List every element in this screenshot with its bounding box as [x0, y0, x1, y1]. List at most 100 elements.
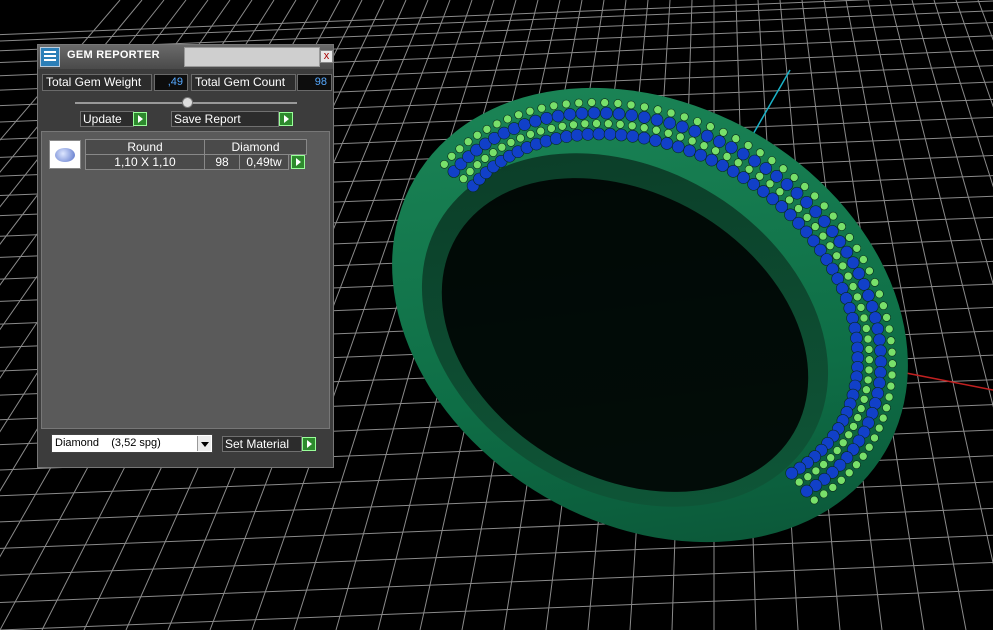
gem-stone [713, 135, 726, 148]
gem-stone [864, 442, 874, 452]
gem-stone [649, 134, 662, 147]
gem-stone [888, 359, 897, 369]
gem-stone [868, 311, 882, 325]
gem-stone [514, 110, 523, 120]
gem-stone [843, 271, 853, 281]
gem-stone [693, 117, 702, 126]
gem-stone [463, 137, 473, 146]
gem-stone [879, 301, 888, 311]
save-report-button[interactable]: Save Report [171, 111, 279, 127]
gem-row-arrow-icon[interactable] [291, 155, 305, 169]
gem-stone [838, 261, 848, 271]
gem-stone [529, 114, 542, 128]
gem-stone [737, 171, 750, 184]
gem-stone [472, 130, 482, 140]
material-select-value: Diamond (3,52 spg) [55, 437, 161, 449]
gem-list: Round Diamond 1,10 X 1,10 98 0,49tw [41, 131, 330, 429]
title-bar[interactable]: GEM REPORTER x [38, 45, 333, 69]
gem-stone [863, 375, 873, 385]
gem-stone [455, 144, 465, 154]
gem-stone [614, 128, 628, 142]
gem-stone [865, 300, 879, 313]
gem-stone [874, 423, 884, 433]
gem-stone [878, 413, 888, 423]
gem-stone [716, 159, 729, 172]
gem-stone [810, 222, 820, 231]
gem-stone [852, 460, 861, 470]
material-select[interactable]: Diamond (3,52 spg) [51, 434, 213, 453]
gem-stone [870, 278, 880, 287]
gem-stone [848, 282, 858, 291]
gem-stone [503, 114, 512, 124]
gem-stone [603, 119, 613, 128]
gem-stone [862, 289, 875, 302]
gem-stone [480, 154, 490, 163]
gem-stone [563, 108, 577, 121]
gem-stone [864, 345, 874, 354]
gem-stone [828, 483, 838, 492]
gem-stone [459, 174, 468, 183]
gem-stone [856, 404, 866, 413]
gem-stone [639, 123, 649, 132]
gem-stone [488, 148, 498, 157]
gem-shape-header: Round [85, 139, 205, 155]
gem-stone [840, 245, 854, 259]
set-material-button[interactable]: Set Material [222, 436, 302, 452]
gem-stone [637, 131, 651, 145]
gem-stone [818, 231, 828, 241]
update-button[interactable]: Update [80, 111, 134, 127]
gem-stone [886, 336, 896, 346]
gem-stone [736, 147, 750, 161]
grid-line [0, 0, 993, 42]
gem-stone [864, 355, 874, 365]
gem-stone [447, 152, 457, 161]
close-icon[interactable]: x [320, 50, 333, 63]
ring-model[interactable] [309, 0, 990, 630]
total-gem-count-value: 98 [297, 74, 332, 91]
gem-stone [465, 167, 475, 176]
gem-stone [551, 109, 565, 123]
gem-stone [845, 233, 854, 242]
gem-stone [884, 324, 894, 334]
gem-stone [864, 365, 874, 375]
gem-stone [803, 472, 813, 482]
gem-stone [706, 122, 715, 131]
gem-stone [516, 133, 525, 143]
gem-stone [873, 333, 886, 347]
gem-stone [671, 140, 685, 154]
gem-stone [711, 146, 720, 156]
gem-stone [882, 403, 891, 413]
gem-stone [800, 484, 814, 498]
chevron-down-icon[interactable] [197, 436, 211, 451]
gem-stone [679, 112, 689, 122]
gem-stone [846, 256, 860, 270]
save-report-arrow-icon[interactable] [279, 112, 293, 126]
round-diamond-icon [49, 140, 81, 169]
gem-stone [640, 102, 649, 112]
gem-stone [725, 141, 738, 154]
gem-stone [603, 127, 617, 141]
gem-stone [853, 292, 862, 302]
gem-stone [849, 422, 858, 431]
gem-stone [825, 225, 839, 238]
gem-stone [882, 313, 891, 322]
gem-stone [858, 451, 868, 461]
slider-handle[interactable] [182, 97, 193, 108]
gem-stone [699, 141, 709, 150]
gem-stone [497, 142, 507, 152]
gem-reporter-panel: GEM REPORTER x Total Gem Weight ,49 Tota… [37, 44, 334, 468]
gem-stone [439, 160, 449, 169]
gem-stone [537, 103, 547, 113]
gem-stone [731, 134, 741, 143]
gem-stone [884, 392, 894, 402]
gem-stone [569, 120, 578, 130]
gem-stone [580, 119, 590, 129]
update-arrow-icon[interactable] [133, 112, 147, 126]
set-material-arrow-icon[interactable] [302, 437, 316, 451]
gem-stone [675, 132, 685, 142]
gem-stone [844, 430, 854, 440]
gem-stone [871, 322, 885, 336]
gem-stone [492, 119, 502, 129]
gem-count-cell: 98 [204, 154, 240, 170]
gem-stone [859, 255, 868, 264]
